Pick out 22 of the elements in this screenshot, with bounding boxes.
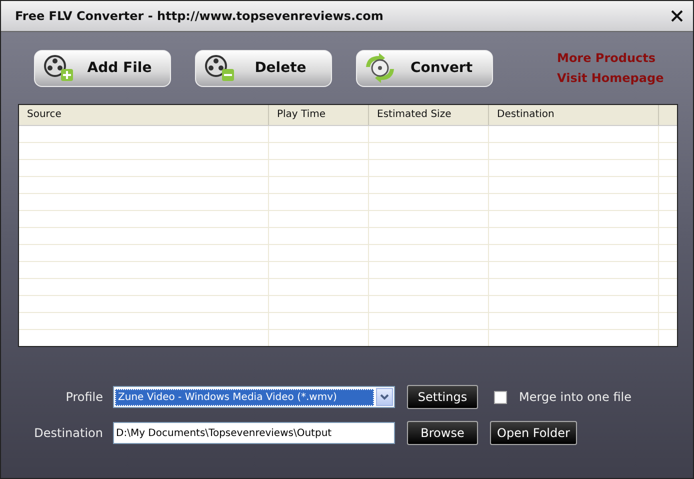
profile-dropdown[interactable]: Zune Video - Windows Media Video (*.wmv) — [113, 386, 395, 408]
checkbox-label: Merge into one file — [519, 390, 632, 404]
field-label: Destination — [33, 426, 103, 440]
open-folder-button[interactable]: Open Folder — [490, 421, 577, 445]
merge-checkbox[interactable] — [494, 390, 507, 404]
column-header[interactable]: Play Time — [269, 105, 369, 125]
settings-button[interactable]: Settings — [407, 385, 478, 409]
film-reel-arrows-icon — [363, 53, 397, 83]
field-label: Profile — [64, 390, 103, 404]
toolbar-button[interactable]: Delete — [195, 50, 332, 86]
column-header[interactable]: Source — [19, 105, 269, 125]
destination-field[interactable]: D:\My Documents\Topsevenreviews\Output — [113, 422, 395, 444]
window-title: Free FLV Converter - http://www.topsevenreviews.com — [15, 9, 384, 23]
column-header[interactable]: Estimated Size — [369, 105, 489, 125]
column-header[interactable]: Destination — [489, 105, 659, 125]
film-reel-minus-icon — [202, 53, 236, 83]
toolbar-button[interactable]: Add File — [34, 50, 171, 86]
film-reel-plus-icon — [41, 53, 75, 83]
toolbar-button[interactable]: Convert — [356, 50, 493, 86]
close-icon[interactable] — [671, 10, 683, 22]
chevron-down-icon — [380, 394, 389, 400]
browse-button[interactable]: Browse — [407, 421, 478, 445]
